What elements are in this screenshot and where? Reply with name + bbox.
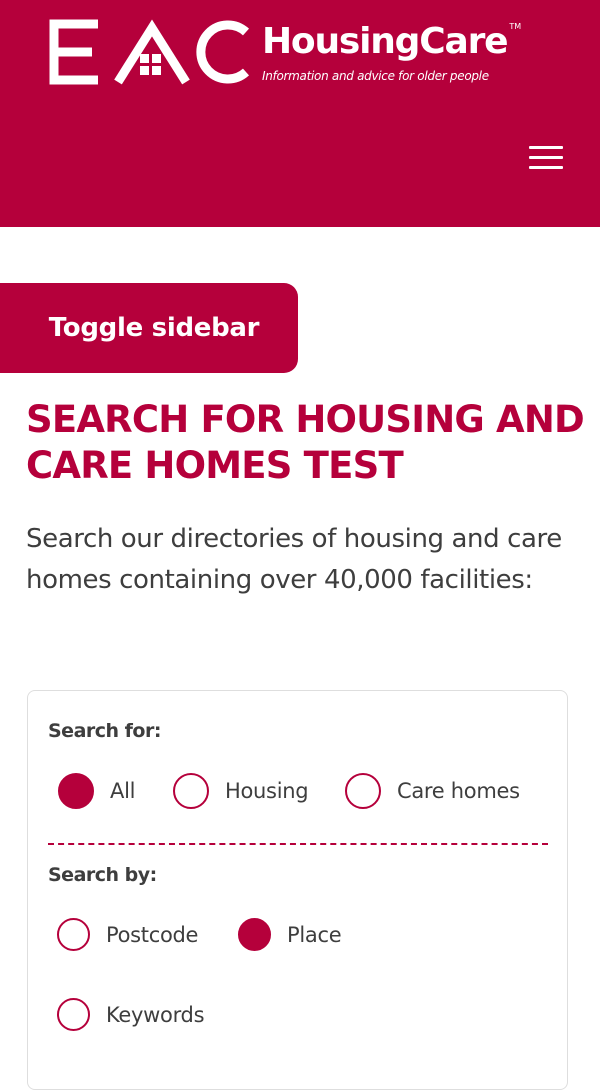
- radio-checked-icon[interactable]: [238, 918, 271, 951]
- page-title: SEARCH FOR HOUSING AND CARE HOMES TEST: [26, 398, 585, 487]
- search-for-label: Search for:: [48, 720, 161, 742]
- brand-tagline: Information and advice for older people: [262, 69, 489, 83]
- site-logo[interactable]: HousingCare TM Information and advice fo…: [48, 18, 521, 86]
- brand-name: HousingCare TM: [262, 21, 522, 62]
- section-divider: [48, 843, 548, 845]
- trademark-mark: TM: [509, 22, 522, 31]
- radio-search-by-keywords[interactable]: Keywords: [55, 998, 205, 1031]
- radio-unchecked-icon[interactable]: [57, 918, 90, 951]
- hamburger-menu-icon[interactable]: [529, 146, 563, 170]
- eac-logo-icon: [49, 19, 250, 85]
- radio-search-for-care-homes[interactable]: Care homes: [345, 773, 520, 809]
- radio-unchecked-icon[interactable]: [57, 998, 90, 1031]
- search-by-label: Search by:: [48, 864, 157, 886]
- radio-search-by-place[interactable]: Place: [236, 918, 342, 951]
- site-header: HousingCare TM Information and advice fo…: [0, 0, 600, 227]
- radio-unchecked-icon[interactable]: [345, 773, 381, 809]
- radio-search-by-postcode[interactable]: Postcode: [55, 918, 198, 951]
- toggle-sidebar-button[interactable]: Toggle sidebar: [0, 283, 298, 373]
- radio-search-for-all[interactable]: All: [58, 773, 135, 809]
- search-panel: Search for: All Housing Care homes Searc…: [27, 690, 568, 1090]
- radio-search-for-housing[interactable]: Housing: [173, 773, 309, 809]
- radio-unchecked-icon[interactable]: [173, 773, 209, 809]
- intro-text: Search our directories of housing and ca…: [26, 524, 562, 595]
- radio-checked-icon[interactable]: [58, 773, 94, 809]
